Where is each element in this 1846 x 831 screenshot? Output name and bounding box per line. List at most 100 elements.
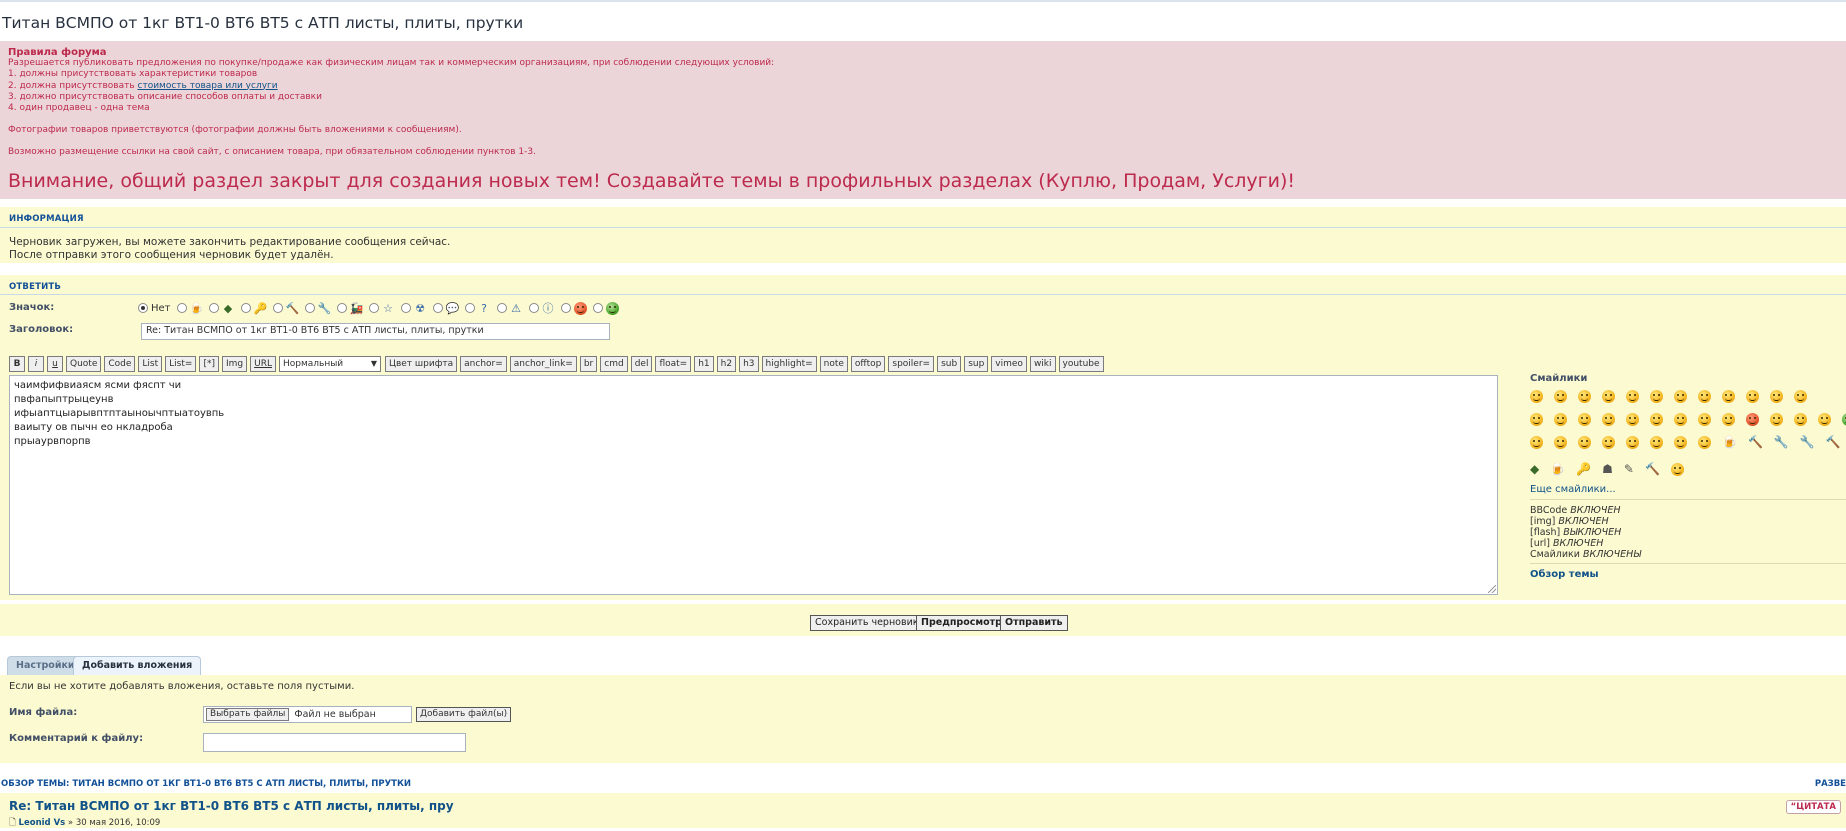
list-item-button[interactable]: [*] [199, 356, 219, 372]
hammer-icon[interactable]: 🔨 [1748, 436, 1763, 449]
rules-price-link[interactable]: стоимость товара или услуги [138, 81, 278, 91]
icon-radio-7[interactable] [368, 303, 379, 313]
wrench-icon[interactable]: 🔧 [1774, 436, 1789, 449]
smiley-icon[interactable] [1746, 413, 1759, 426]
icon-radio-5[interactable] [304, 303, 315, 313]
icon-radio-9[interactable] [432, 303, 443, 313]
smiley-icon[interactable] [1626, 413, 1639, 426]
icon-radio-12[interactable] [528, 303, 539, 313]
smiley-icon[interactable] [1698, 413, 1711, 426]
file-input[interactable]: Выбрать файлы Файл не выбран [203, 706, 412, 723]
wrench-icon[interactable]: 🔧 [1800, 436, 1815, 449]
smiley-icon[interactable] [1842, 413, 1846, 426]
anchor-button[interactable]: anchor= [460, 356, 507, 372]
smiley-icon[interactable] [1626, 390, 1639, 403]
smiley-icon[interactable] [1554, 413, 1567, 426]
italic-button[interactable]: i [28, 356, 44, 372]
post-title[interactable]: Re: Титан ВСМПО от 1кг ВТ1-0 ВТ6 ВТ5 с А… [9, 799, 454, 813]
smiley-icon[interactable] [1578, 390, 1591, 403]
tank-icon[interactable]: ◆ [1530, 462, 1539, 476]
br-button[interactable]: br [579, 356, 598, 372]
robot-icon[interactable]: ☗ [1602, 462, 1613, 476]
smiley-icon[interactable] [1770, 390, 1783, 403]
more-smileys-link[interactable]: Еще смайлики... [1530, 484, 1616, 495]
float-button[interactable]: float= [655, 356, 692, 372]
icon-radio-6[interactable] [336, 303, 347, 313]
smiley-icon[interactable] [1794, 413, 1807, 426]
smiley-icon[interactable] [1674, 436, 1687, 449]
smiley-icon[interactable] [1770, 413, 1783, 426]
anchor-link-button[interactable]: anchor_link= [509, 356, 577, 372]
message-textarea[interactable]: чаимфифвиаясм ясми фяспт чи пвфапыптрыце… [9, 375, 1498, 595]
wiki-button[interactable]: wiki [1029, 356, 1056, 372]
submit-button[interactable]: Отправить [1000, 615, 1068, 631]
font-color-button[interactable]: Цвет шрифта [384, 356, 458, 372]
h3-button[interactable]: h3 [739, 356, 759, 372]
topic-review-link[interactable]: Обзор темы [1530, 569, 1599, 580]
smiley-icon[interactable] [1698, 390, 1711, 403]
sup-button[interactable]: sup [964, 356, 989, 372]
smiley-icon[interactable] [1602, 390, 1615, 403]
smiley-icon[interactable] [1578, 413, 1591, 426]
icon-radio-8[interactable] [400, 303, 411, 313]
smiley-icon[interactable] [1674, 390, 1687, 403]
save-draft-button[interactable]: Сохранить черновик [810, 615, 924, 631]
icon-radio-4[interactable] [272, 303, 283, 313]
hammer-icon[interactable]: 🔨 [1826, 436, 1841, 449]
smiley-icon[interactable] [1578, 436, 1591, 449]
smiley-icon[interactable] [1722, 390, 1735, 403]
post-author[interactable]: Leonid Vs [19, 818, 66, 828]
offtop-button[interactable]: offtop [850, 356, 886, 372]
beer-icon[interactable]: 🍺 [1550, 462, 1565, 476]
icon-radio-11[interactable] [496, 303, 507, 313]
ordered-list-button[interactable]: List= [165, 356, 197, 372]
youtube-button[interactable]: youtube [1058, 356, 1104, 372]
bold-button[interactable]: B [9, 356, 25, 372]
smiley-icon[interactable] [1530, 436, 1543, 449]
smiley-icon[interactable] [1722, 413, 1735, 426]
beer-icon[interactable]: 🍺 [1722, 436, 1737, 449]
smiley-icon[interactable] [1602, 436, 1615, 449]
preview-button[interactable]: Предпросмотр [916, 615, 1007, 631]
icon-radio-1[interactable] [176, 303, 187, 313]
subject-input[interactable]: Re: Титан ВСМПО от 1кг ВТ1-0 ВТ6 ВТ5 с А… [141, 323, 610, 340]
sub-button[interactable]: sub [937, 356, 962, 372]
smiley-icon[interactable] [1650, 413, 1663, 426]
highlight-button[interactable]: highlight= [761, 356, 817, 372]
url-button[interactable]: URL [250, 356, 276, 372]
vimeo-button[interactable]: vimeo [991, 356, 1027, 372]
smiley-icon[interactable] [1698, 436, 1711, 449]
smiley-icon[interactable] [1674, 413, 1687, 426]
smiley-icon[interactable] [1746, 390, 1759, 403]
img-button[interactable]: Img [221, 356, 248, 372]
list-button[interactable]: List [138, 356, 163, 372]
smiley-icon[interactable] [1794, 390, 1807, 403]
smiley-icon[interactable] [1626, 436, 1639, 449]
smiley-icon[interactable] [1530, 390, 1543, 403]
icon-radio-10[interactable] [464, 303, 475, 313]
del-button[interactable]: del [630, 356, 653, 372]
choose-files-button[interactable]: Выбрать файлы [206, 708, 290, 721]
smiley-icon[interactable] [1650, 390, 1663, 403]
smiley-icon[interactable] [1650, 436, 1663, 449]
file-comment-input[interactable] [203, 733, 466, 752]
cmd-button[interactable]: cmd [600, 356, 628, 372]
code-button[interactable]: Code [104, 356, 136, 372]
h2-button[interactable]: h2 [716, 356, 737, 372]
icon-radio-3[interactable] [240, 303, 251, 313]
icon-radio-none[interactable] [138, 303, 148, 313]
smiley-icon[interactable] [1670, 462, 1684, 476]
spoiler-button[interactable]: spoiler= [888, 356, 935, 372]
resize-grip-icon[interactable] [1488, 585, 1496, 593]
key-icon[interactable]: 🔑 [1576, 462, 1591, 476]
syringe-icon[interactable]: ✎ [1624, 462, 1634, 476]
quote-button[interactable]: Quote [66, 356, 102, 372]
font-size-select[interactable]: Нормальный ▼ [278, 356, 381, 372]
tab-attachments[interactable]: Добавить вложения [73, 656, 202, 675]
smiley-icon[interactable] [1602, 413, 1615, 426]
quote-post-button[interactable]: “ЦИТАТА [1785, 800, 1841, 814]
smiley-icon[interactable] [1818, 413, 1831, 426]
underline-button[interactable]: u [47, 356, 63, 372]
icon-radio-14[interactable] [592, 303, 603, 313]
icon-radio-13[interactable] [560, 303, 571, 313]
